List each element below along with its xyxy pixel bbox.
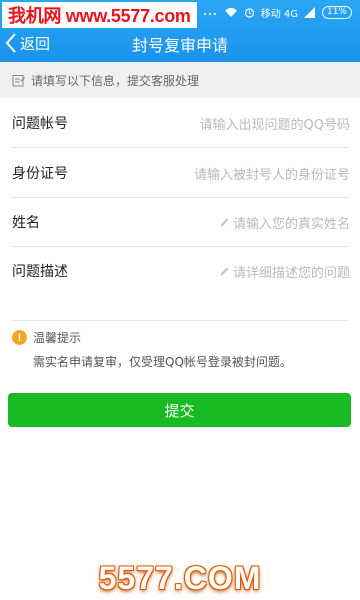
signal-icon	[304, 6, 315, 18]
alarm-icon	[244, 7, 254, 18]
form-row-account: 问题帐号 请输入出现问题的QQ号码	[0, 98, 360, 148]
pencil-icon	[220, 267, 229, 275]
field-label-account: 问题帐号	[12, 116, 68, 132]
id-number-placeholder: 请输入被封号人的身份证号	[193, 167, 350, 183]
field-label-id-number: 身份证号	[12, 166, 68, 182]
notice-text: 请填写以下信息，提交客服处理	[31, 73, 200, 88]
form-row-id-number: 身份证号 请输入被封号人的身份证号	[0, 148, 360, 198]
tip-divider	[12, 320, 348, 321]
wifi-icon	[224, 7, 237, 17]
battery-icon: 11%	[322, 5, 352, 19]
form-row-name: 姓名 请输入您的真实姓名	[0, 197, 360, 247]
page-title: 封号复审申请	[131, 36, 228, 55]
notice-banner: 请填写以下信息，提交客服处理	[0, 62, 360, 98]
tip-header: ! 温馨提示	[12, 329, 81, 346]
field-label-name: 姓名	[12, 215, 40, 231]
submit-button[interactable]: 提交	[8, 393, 351, 427]
name-input[interactable]: 请输入您的真实姓名	[219, 213, 350, 232]
form-row-description: 问题描述 请详细描述您的问题	[0, 246, 360, 296]
name-placeholder: 请输入您的真实姓名	[232, 216, 350, 232]
description-placeholder: 请详细描述您的问题	[232, 265, 350, 281]
account-placeholder: 请输入出现问题的QQ号码	[199, 117, 350, 133]
status-indicators: ... 移动 4G 11%	[203, 4, 352, 20]
info-icon: !	[12, 330, 27, 345]
tip-text: 需实名申请复审，仅受理QQ帐号登录被封问题。	[33, 355, 292, 369]
watermark-top-text: 我机网 www.5577.com	[8, 6, 191, 26]
field-label-description: 问题描述	[12, 264, 68, 280]
watermark-top: 我机网 www.5577.com	[2, 2, 197, 28]
battery-level: 11%	[326, 7, 347, 17]
watermark-bottom: 5577.COM	[98, 560, 262, 596]
status-dots: ...	[203, 6, 218, 18]
submit-label: 提交	[164, 401, 195, 420]
pencil-icon	[220, 218, 229, 226]
nav-bar: 返回 封号复审申请	[0, 28, 360, 58]
edit-note-icon	[12, 74, 25, 86]
carrier-label: 移动 4G	[260, 8, 298, 20]
id-number-input[interactable]: 请输入被封号人的身份证号	[194, 164, 350, 183]
tip-title: 温馨提示	[33, 331, 82, 345]
account-input[interactable]: 请输入出现问题的QQ号码	[200, 114, 350, 133]
description-input[interactable]: 请详细描述您的问题	[219, 262, 350, 281]
